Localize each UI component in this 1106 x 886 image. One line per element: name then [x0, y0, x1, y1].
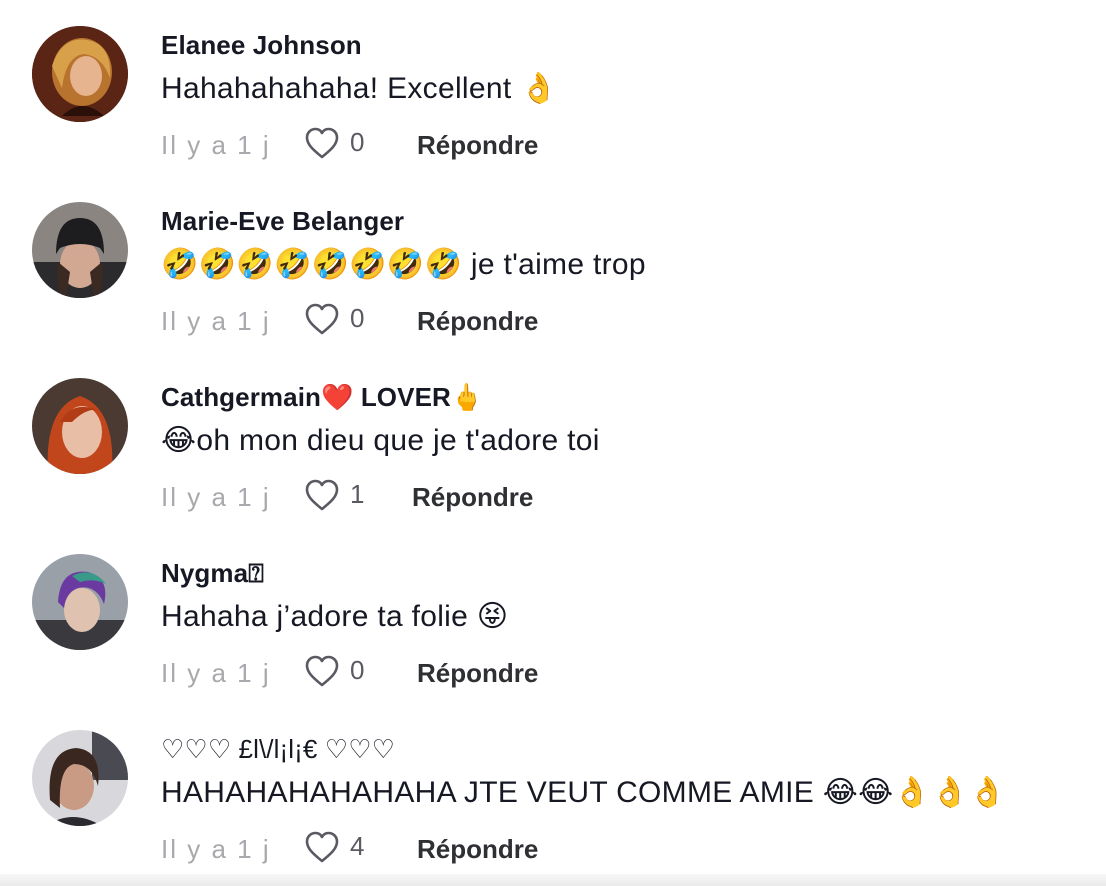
comment-text: HAHAHAHAHAHAHA JTE VEUT COMME AMIE 😂😂👌👌👌: [161, 776, 1007, 809]
comment-text: Hahahahahaha! Excellent 👌: [161, 72, 558, 105]
comment-item: Elanee Johnson Hahahahahaha! Excellent 👌…: [0, 0, 1106, 176]
reply-button[interactable]: Répondre: [417, 834, 538, 865]
like-button[interactable]: 0: [304, 126, 384, 162]
avatar-image: [32, 202, 128, 298]
reply-button[interactable]: Répondre: [412, 482, 533, 513]
like-button[interactable]: 0: [304, 302, 384, 338]
comment-text: 😂oh mon dieu que je t'adore toi: [161, 424, 600, 457]
comment-timestamp: Il y a 1 j: [161, 130, 271, 160]
comment-timestamp: Il y a 1 j: [161, 658, 271, 688]
comment-username[interactable]: Nygma⍰: [161, 558, 264, 590]
comment-timestamp: Il y a 1 j: [161, 834, 271, 864]
reply-button[interactable]: Répondre: [417, 658, 538, 689]
like-count: 0: [350, 303, 365, 333]
heart-outline-icon: [305, 127, 339, 159]
avatar[interactable]: [32, 730, 128, 826]
like-button[interactable]: 1: [304, 478, 384, 514]
like-count: 4: [350, 831, 365, 861]
reply-button[interactable]: Répondre: [417, 306, 538, 337]
like-count: 0: [350, 127, 365, 157]
reply-button[interactable]: Répondre: [417, 130, 538, 161]
comment-actions: Il y a 1 j 1 Répondre: [161, 478, 761, 514]
avatar-image: [32, 554, 128, 650]
comment-timestamp: Il y a 1 j: [161, 306, 271, 336]
heart-outline-icon: [305, 655, 339, 687]
comment-actions: Il y a 1 j 4 Répondre: [161, 830, 761, 866]
heart-outline-icon: [305, 303, 339, 335]
comment-item: Nygma⍰ Hahaha j’adore ta folie 😝 Il y a …: [0, 528, 1106, 704]
comment-item: Marie-Eve Belanger 🤣🤣🤣🤣🤣🤣🤣🤣 je t'aime tr…: [0, 176, 1106, 352]
avatar-image: [32, 26, 128, 122]
comment-item: ♡♡♡ £l\/l¡l¡€ ♡♡♡ HAHAHAHAHAHAHA JTE VEU…: [0, 704, 1106, 880]
avatar-image: [32, 378, 128, 474]
comment-username[interactable]: ♡♡♡ £l\/l¡l¡€ ♡♡♡: [161, 734, 395, 765]
comment-item: Cathgermain❤️ LOVER🖕 😂oh mon dieu que je…: [0, 352, 1106, 528]
avatar[interactable]: [32, 378, 128, 474]
comment-text: 🤣🤣🤣🤣🤣🤣🤣🤣 je t'aime trop: [161, 248, 646, 281]
avatar[interactable]: [32, 202, 128, 298]
heart-outline-icon: [305, 479, 339, 511]
avatar-image: [32, 730, 128, 826]
bottom-fade: [0, 874, 1106, 886]
comment-text: Hahaha j’adore ta folie 😝: [161, 600, 509, 633]
comment-username[interactable]: Marie-Eve Belanger: [161, 206, 404, 237]
avatar[interactable]: [32, 554, 128, 650]
comment-username[interactable]: Elanee Johnson: [161, 30, 362, 61]
heart-outline-icon: [305, 831, 339, 863]
like-button[interactable]: 0: [304, 654, 384, 690]
comment-actions: Il y a 1 j 0 Répondre: [161, 654, 761, 690]
comment-username[interactable]: Cathgermain❤️ LOVER🖕: [161, 382, 483, 413]
comment-timestamp: Il y a 1 j: [161, 482, 271, 512]
comment-actions: Il y a 1 j 0 Répondre: [161, 126, 761, 162]
like-count: 0: [350, 655, 365, 685]
comment-actions: Il y a 1 j 0 Répondre: [161, 302, 761, 338]
like-button[interactable]: 4: [304, 830, 384, 866]
like-count: 1: [350, 479, 365, 509]
avatar[interactable]: [32, 26, 128, 122]
